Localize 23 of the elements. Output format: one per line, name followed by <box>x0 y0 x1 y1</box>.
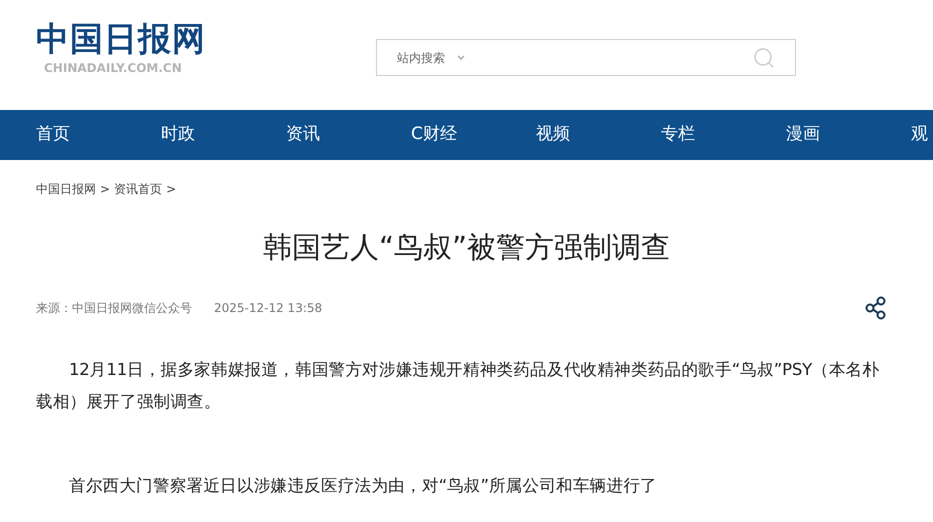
nav-link[interactable]: 专栏 <box>661 122 786 148</box>
share-icon[interactable] <box>865 296 887 320</box>
nav-link[interactable]: 漫画 <box>786 122 911 148</box>
breadcrumb-separator: > <box>100 181 110 198</box>
search-scope-dropdown[interactable]: 站内搜索 <box>397 48 445 66</box>
nav-link[interactable]: C财经 <box>411 122 536 148</box>
paragraph: 首尔西大门警察署近日以涉嫌违反医疗法为由，对“鸟叔”所属公司和车辆进行了 <box>68 474 658 496</box>
site-domain: CHINADAILY.COM.CN <box>43 60 183 77</box>
nav-link[interactable]: 资讯 <box>286 122 411 148</box>
breadcrumb-separator: > <box>166 181 176 198</box>
caret-icon <box>457 54 465 60</box>
nav-link[interactable]: 时政 <box>161 122 286 148</box>
breadcrumb-link[interactable]: 中国日报网 <box>36 180 96 220</box>
paragraph: 12月11日，据多家韩媒报道，韩国警方对涉嫌违规开精神类药品及代收精神类药品的歌手“鸟叔”PSY（本名朴载相）展开了强制调查。 <box>35 358 880 412</box>
search-field[interactable]: 站内搜索 <box>376 39 796 76</box>
nav-link[interactable]: 视频 <box>536 122 661 148</box>
logo[interactable]: 中国日报网 <box>36 22 206 55</box>
article-title: 韩国艺人“鸟叔”被警方强制调查 <box>262 229 672 266</box>
publish-time: 2025-12-12 13:58 <box>214 300 322 316</box>
nav-link[interactable]: 观 <box>911 122 928 148</box>
breadcrumb-link[interactable]: 资讯首页 <box>114 180 162 220</box>
nav-link[interactable]: 首页 <box>36 122 161 148</box>
article-source: 来源：中国日报网微信公众号 <box>36 300 192 316</box>
